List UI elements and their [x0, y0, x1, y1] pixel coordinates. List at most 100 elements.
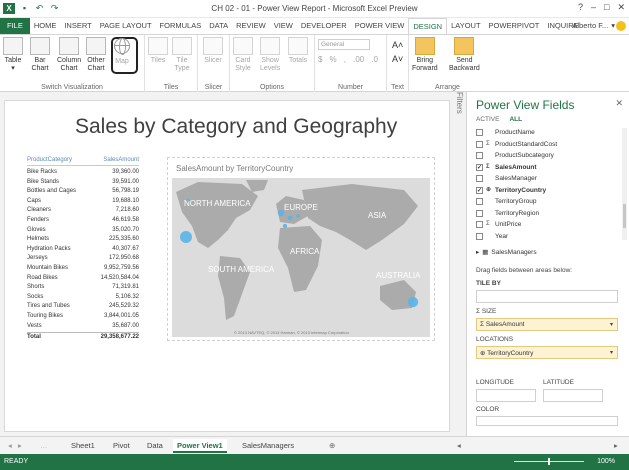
report-title[interactable]: Sales by Category and Geography: [75, 115, 397, 139]
zoom-level[interactable]: 100%: [597, 458, 615, 465]
field-item[interactable]: ✓ ⊕ TerritoryCountry: [476, 185, 621, 197]
number-format-select[interactable]: General: [318, 39, 370, 50]
longitude-drop-zone[interactable]: [476, 389, 536, 402]
power-view-sheet[interactable]: Sales by Category and Geography ProductC…: [4, 100, 450, 432]
scroll-left-icon[interactable]: ◂: [6, 439, 14, 453]
help-icon[interactable]: ?: [578, 2, 583, 13]
chevron-down-icon[interactable]: ▾: [610, 321, 613, 328]
field-item[interactable]: SalesManager: [476, 173, 621, 185]
tile-type-button[interactable]: Tile Type: [172, 37, 192, 73]
map-bubble[interactable]: [186, 198, 190, 202]
field-item[interactable]: Year: [476, 231, 621, 243]
tab-powerpivot[interactable]: POWERPIVOT: [485, 18, 544, 34]
field-item[interactable]: Σ ProductStandardCost: [476, 139, 621, 151]
sheet-tab-salesmanagers[interactable]: SalesManagers: [240, 439, 296, 453]
filters-pane-tab[interactable]: Filters: [452, 92, 464, 152]
tab-insert[interactable]: INSERT: [60, 18, 95, 34]
decrease-decimal-button[interactable]: .0: [371, 55, 378, 64]
map-bubble[interactable]: [296, 214, 300, 218]
color-drop-zone[interactable]: [476, 416, 618, 426]
tab-developer[interactable]: DEVELOPER: [297, 18, 351, 34]
column-chart-button[interactable]: Column Chart: [57, 37, 81, 73]
field-checkbox[interactable]: [476, 209, 483, 217]
column-header-sales[interactable]: SalesAmount: [103, 157, 139, 163]
field-checkbox[interactable]: ✓: [476, 186, 483, 194]
close-icon[interactable]: ✕: [617, 2, 625, 13]
tab-active-fields[interactable]: ACTIVE: [476, 116, 499, 123]
table-row[interactable]: Cleaners 7,218.60: [27, 206, 139, 216]
sheet-tab-sheet1[interactable]: Sheet1: [69, 439, 97, 453]
table-item-salesmanagers[interactable]: ▸ ▦ SalesManagers: [476, 247, 537, 259]
bar-chart-button[interactable]: Bar Chart: [30, 37, 50, 73]
show-levels-button[interactable]: Show Levels: [260, 37, 280, 73]
field-checkbox[interactable]: [476, 175, 483, 183]
increase-decimal-button[interactable]: .00: [353, 55, 364, 64]
tab-view[interactable]: VIEW: [270, 18, 297, 34]
field-item[interactable]: TerritoryGroup: [476, 196, 621, 208]
percent-format-button[interactable]: %: [330, 55, 337, 64]
tab-review[interactable]: REVIEW: [232, 18, 270, 34]
send-backward-button[interactable]: Send Backward: [449, 37, 480, 73]
table-row[interactable]: Fenders 46,619.58: [27, 216, 139, 226]
table-row[interactable]: Road Bikes 14,520,584.04: [27, 274, 139, 284]
map-bubble[interactable]: [180, 231, 192, 243]
tab-data[interactable]: DATA: [205, 18, 232, 34]
tab-all-fields[interactable]: ALL: [509, 116, 522, 123]
table-button[interactable]: Table ▾: [3, 37, 23, 73]
minimize-icon[interactable]: –: [591, 2, 596, 13]
table-row[interactable]: Bottles and Cages 56,798.19: [27, 187, 139, 197]
field-checkbox[interactable]: [476, 198, 483, 206]
field-checkbox[interactable]: [476, 232, 483, 240]
table-row[interactable]: Gloves 35,020.70: [27, 226, 139, 236]
field-checkbox[interactable]: [476, 221, 483, 229]
tab-formulas[interactable]: FORMULAS: [156, 18, 206, 34]
table-row[interactable]: Bike Racks 39,360.00: [27, 168, 139, 178]
maximize-icon[interactable]: □: [604, 2, 609, 13]
map-bubble[interactable]: [282, 223, 288, 229]
sheet-tab-power-view1[interactable]: Power View1: [173, 439, 227, 453]
field-item[interactable]: ProductName: [476, 127, 621, 139]
more-sheets-icon[interactable]: …: [38, 439, 50, 453]
hscroll-left-icon[interactable]: ◂: [455, 439, 463, 453]
table-row[interactable]: Touring Bikes 3,844,001.05: [27, 312, 139, 322]
world-map[interactable]: NORTH AMERICA EUROPE ASIA AFRICA SOUTH AMERI…: [172, 178, 430, 337]
table-row[interactable]: Jerseys 172,950.68: [27, 254, 139, 264]
table-row[interactable]: Hydration Packs 40,307.67: [27, 245, 139, 255]
card-style-button[interactable]: Card Style: [233, 37, 253, 73]
hscroll-right-icon[interactable]: ▸: [612, 439, 620, 453]
tab-design[interactable]: DESIGN: [408, 18, 448, 34]
tab-power-view[interactable]: POWER VIEW: [351, 18, 409, 34]
field-checkbox[interactable]: ✓: [476, 163, 483, 171]
tile-by-drop-zone[interactable]: [476, 290, 618, 303]
map-bubble[interactable]: [407, 296, 419, 308]
sales-table[interactable]: ProductCategory SalesAmount Bike Racks 39…: [27, 157, 139, 342]
field-item[interactable]: ProductSubcategory: [476, 150, 621, 162]
add-sheet-icon[interactable]: ⊕: [327, 439, 337, 453]
currency-format-button[interactable]: $: [318, 55, 322, 64]
table-row[interactable]: Socks 5,106.32: [27, 293, 139, 303]
scroll-right-icon[interactable]: ▸: [16, 439, 24, 453]
tiles-button[interactable]: Tiles: [148, 37, 168, 65]
table-row[interactable]: Shorts 71,319.81: [27, 283, 139, 293]
map-bubble[interactable]: [277, 209, 285, 217]
field-checkbox[interactable]: [476, 129, 483, 137]
tab-file[interactable]: FILE: [0, 18, 30, 34]
locations-drop-zone[interactable]: ⊕ TerritoryCountry ▾: [476, 346, 618, 359]
map-bubble[interactable]: [287, 215, 293, 221]
feedback-smiley-icon[interactable]: [616, 21, 626, 31]
decrease-font-button[interactable]: A˅: [392, 52, 403, 66]
table-row[interactable]: Caps 19,688.10: [27, 197, 139, 207]
totals-button[interactable]: Totals: [288, 37, 308, 65]
slicer-button[interactable]: Slicer: [203, 37, 223, 65]
field-checkbox[interactable]: [476, 152, 483, 160]
sheet-tab-pivot[interactable]: Pivot: [111, 439, 132, 453]
field-list-scrollbar[interactable]: [622, 128, 627, 240]
map-visualization[interactable]: SalesAmount by TerritoryCountry NORTH AM…: [167, 157, 435, 341]
field-item[interactable]: TerritoryRegion: [476, 208, 621, 220]
tab-layout[interactable]: LAYOUT: [447, 18, 484, 34]
table-row[interactable]: Vests 35,687.00: [27, 322, 139, 332]
table-row[interactable]: Bike Stands 39,591.00: [27, 178, 139, 188]
map-button[interactable]: Map: [114, 37, 130, 66]
field-item[interactable]: Σ UnitPrice: [476, 219, 621, 231]
latitude-drop-zone[interactable]: [543, 389, 603, 402]
